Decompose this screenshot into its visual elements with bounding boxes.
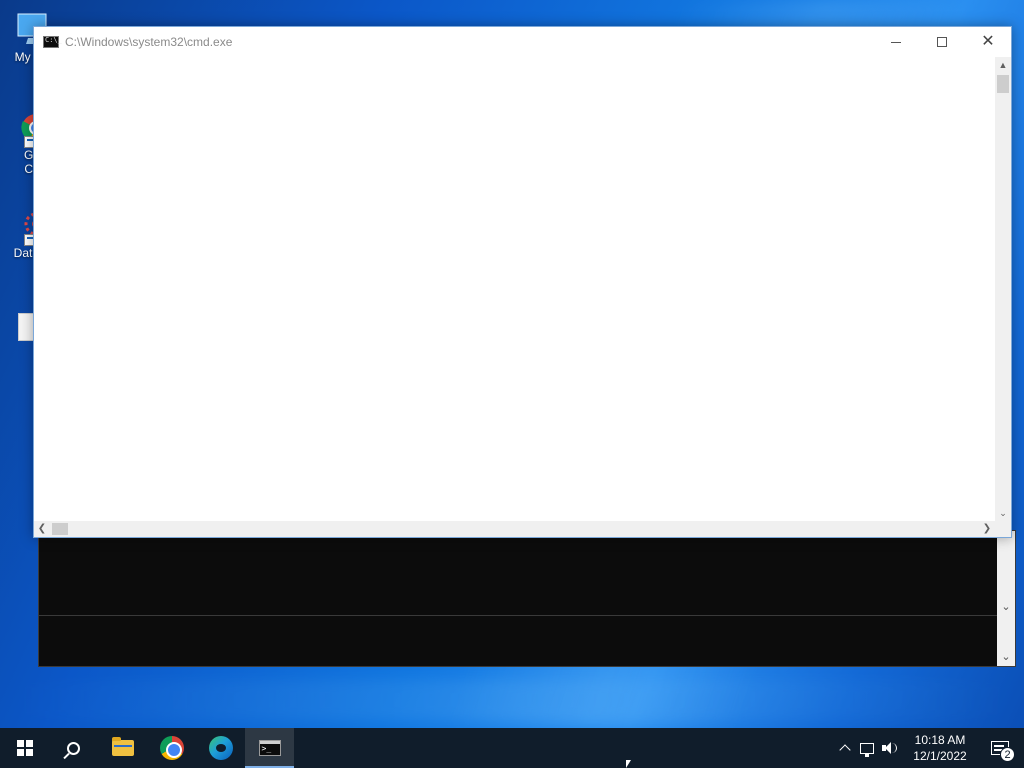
scroll-left-arrow-icon[interactable]: ❮ <box>34 521 50 537</box>
scroll-right-arrow-icon[interactable]: ❯ <box>979 521 995 537</box>
console-area[interactable] <box>34 57 995 521</box>
vertical-scroll-thumb[interactable] <box>997 75 1009 93</box>
clock-date: 12/1/2022 <box>913 749 967 763</box>
console-scrollbar[interactable]: ⌄ ⌄ <box>997 531 1015 666</box>
scroll-down-arrow-icon[interactable]: ⌄ <box>995 505 1011 521</box>
search-button[interactable] <box>49 728 98 768</box>
maximize-button[interactable] <box>919 27 965 57</box>
scrollbar-corner <box>995 521 1011 537</box>
scroll-down-arrow-icon[interactable]: ⌄ <box>1000 601 1012 613</box>
desktop: { "desktop": { "icons": [ {"label": "My … <box>0 0 1024 768</box>
vertical-scrollbar[interactable]: ▲ ⌄ <box>995 57 1011 521</box>
clock-time: 10:18 AM <box>914 733 966 747</box>
cmd-icon <box>43 36 62 48</box>
chevron-up-icon <box>839 744 851 756</box>
title-bar[interactable]: C:\Windows\system32\cmd.exe ✕ <box>34 27 1011 57</box>
taskbar: 10:18 AM 12/1/2022 2 <box>0 728 1024 768</box>
scroll-down-arrow-icon[interactable]: ⌄ <box>1000 651 1012 663</box>
close-icon: ✕ <box>981 33 995 50</box>
taskbar-chrome[interactable] <box>147 728 196 768</box>
clock[interactable]: 10:18 AM 12/1/2022 <box>904 732 976 764</box>
action-center-button[interactable]: 2 <box>976 728 1024 768</box>
volume-icon <box>881 741 897 755</box>
maximize-icon <box>937 37 947 47</box>
network-button[interactable] <box>856 728 878 768</box>
background-console-window[interactable]: ⌄ ⌄ <box>38 530 1016 667</box>
windows-logo-icon <box>16 740 33 756</box>
start-button[interactable] <box>0 728 49 768</box>
folder-icon <box>111 737 134 756</box>
minimize-button[interactable] <box>873 27 919 57</box>
scroll-up-arrow-icon[interactable]: ▲ <box>995 57 1011 73</box>
taskbar-file-explorer[interactable] <box>98 728 147 768</box>
console-divider <box>39 615 997 616</box>
mouse-cursor-icon <box>626 760 631 768</box>
chrome-icon <box>159 736 184 760</box>
taskbar-edge[interactable] <box>196 728 245 768</box>
search-icon <box>67 741 80 755</box>
cmd-icon <box>258 740 281 756</box>
network-icon <box>860 742 874 757</box>
notification-count-badge: 2 <box>1000 747 1015 762</box>
minimize-icon <box>891 41 901 43</box>
taskbar-command-prompt[interactable] <box>245 728 294 768</box>
window-title: C:\Windows\system32\cmd.exe <box>65 35 233 49</box>
volume-button[interactable] <box>878 728 900 768</box>
wallpaper-beam <box>0 680 1024 720</box>
edge-icon <box>208 736 233 760</box>
horizontal-scroll-thumb[interactable] <box>52 523 68 535</box>
horizontal-scrollbar[interactable]: ❮ ❯ <box>34 521 995 537</box>
cmd-window[interactable]: C:\Windows\system32\cmd.exe ✕ ▲ ⌄ ❮ ❯ <box>33 26 1012 538</box>
show-hidden-icons-button[interactable] <box>834 728 856 768</box>
system-tray: 10:18 AM 12/1/2022 2 <box>834 728 1024 768</box>
close-button[interactable]: ✕ <box>965 27 1011 57</box>
